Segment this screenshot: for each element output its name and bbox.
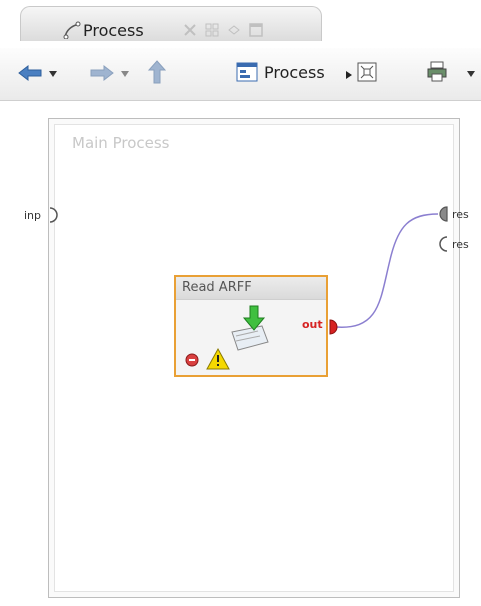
- result-port-connected[interactable]: [439, 206, 448, 222]
- operator-header[interactable]: Read ARFF: [176, 277, 326, 300]
- input-port[interactable]: [49, 207, 58, 223]
- operator-name: Read ARFF: [182, 280, 252, 295]
- result-port-empty[interactable]: [439, 236, 448, 252]
- output-port-label: out: [302, 318, 323, 331]
- connection-line[interactable]: [335, 213, 439, 328]
